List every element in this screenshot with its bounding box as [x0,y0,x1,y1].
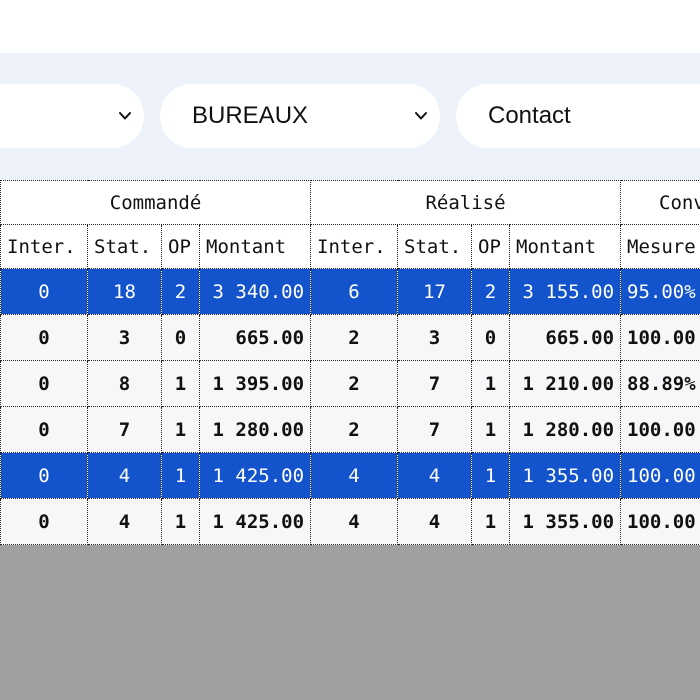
cell-real-op: 2 [471,268,511,315]
col-header-inter[interactable]: Inter. [310,224,399,269]
filter-bar: BUREAUX Contact [0,53,700,180]
cell-cmd-inter: 0 [0,406,88,453]
cell-real-stat: 4 [397,452,473,499]
cell-conv-mesure: 88.89% [620,360,700,407]
table-row[interactable]: 0411 425.00 4 4 1 1 355.00 100.00 [0,452,700,499]
chevron-down-icon [119,112,131,120]
cell-real-stat: 7 [397,406,473,453]
cell-real-op: 1 [471,452,511,499]
cell-conv-mesure: 100.00 [620,452,700,499]
col-header-montant[interactable]: Montant [509,224,622,269]
cell-real-montant: 1 355.00 [509,452,622,499]
cell-real-inter: 2 [310,360,399,407]
cell-real-montant: 1 355.00 [509,498,622,545]
col-header-op[interactable]: OP [161,224,200,269]
group-header-commande[interactable]: Commandé [0,180,312,225]
cell-real-inter: 2 [310,314,399,361]
cell-cmd-op: 1 [161,360,200,407]
stats-table-container: Commandé Réalisé Conv Inter. Stat. OP Mo… [0,180,700,545]
filter-select-contact[interactable]: Contact [456,84,700,148]
cell-cmd-op: 1 [161,406,200,453]
col-header-stat[interactable]: Stat. [87,224,162,269]
cell-cmd-montant: 1 280.00 [198,406,312,453]
cell-cmd-inter: 0 [0,452,88,499]
col-header-stat[interactable]: Stat. [397,224,473,269]
cell-real-inter: 2 [310,406,399,453]
cell-cmd-stat: 4 [87,452,162,499]
cell-real-montant: 665.00 [509,314,622,361]
group-header-realise[interactable]: Réalisé [310,180,622,225]
cell-conv-mesure: 100.00 [620,314,700,361]
table-row[interactable]: 0711 280.00 2 7 1 1 280.00 100.00 [0,406,700,453]
cell-cmd-op: 1 [161,452,200,499]
table-row[interactable]: 0 18 2 3 340.00 6 17 2 3 155.00 95.00% [0,268,700,315]
filter-select-1[interactable] [0,84,144,148]
table-body: 0 18 2 3 340.00 6 17 2 3 155.00 95.00% 0 3 0 665.00 2… [0,268,700,545]
table-row[interactable]: 0811 395.00 2 7 1 1 210.00 88.89% [0,360,700,407]
cell-conv-mesure: 100.00 [620,498,700,545]
cell-cmd-montant: 665.00 [198,314,312,361]
filter-select-contact-value: Contact [488,102,571,129]
cell-real-inter: 6 [310,268,399,315]
cell-cmd-inter: 0 [0,314,88,361]
cell-real-montant: 3 155.00 [509,268,622,315]
cell-cmd-stat: 7 [87,406,162,453]
col-header-mesure[interactable]: Mesure [620,224,700,269]
group-header-row: Commandé Réalisé Conv [0,180,700,225]
stats-table: Commandé Réalisé Conv Inter. Stat. OP Mo… [0,180,700,545]
cell-real-op: 1 [471,360,511,407]
cell-real-op: 1 [471,498,511,545]
cell-cmd-stat: 8 [87,360,162,407]
cell-cmd-op: 0 [161,314,200,361]
cell-real-stat: 3 [397,314,473,361]
chevron-down-icon [415,112,427,120]
empty-area [0,545,700,700]
col-header-op[interactable]: OP [471,224,511,269]
cell-real-montant: 1 280.00 [509,406,622,453]
cell-real-stat: 17 [397,268,473,315]
cell-cmd-stat: 18 [87,268,162,315]
cell-cmd-montant: 1 425.00 [198,498,312,545]
cell-cmd-montant: 3 340.00 [198,268,312,315]
cell-real-stat: 7 [397,360,473,407]
cell-real-op: 0 [471,314,511,361]
cell-real-stat: 4 [397,498,473,545]
cell-cmd-montant: 1 395.00 [198,360,312,407]
cell-cmd-stat: 4 [87,498,162,545]
cell-cmd-op: 2 [161,268,200,315]
cell-conv-mesure: 95.00% [620,268,700,315]
cell-cmd-stat: 3 [87,314,162,361]
column-header-row: Inter. Stat. OP Montant Inter. Stat. OP … [0,224,700,269]
cell-cmd-op: 1 [161,498,200,545]
table-row[interactable]: 0411 425.00 4 4 1 1 355.00 100.00 [0,498,700,545]
cell-cmd-montant: 1 425.00 [198,452,312,499]
cell-cmd-inter: 0 [0,498,88,545]
cell-cmd-inter: 0 [0,268,88,315]
cell-conv-mesure: 100.00 [620,406,700,453]
cell-real-inter: 4 [310,452,399,499]
filter-select-bureaux[interactable]: BUREAUX [160,84,440,148]
col-header-inter[interactable]: Inter. [0,224,88,269]
cell-real-inter: 4 [310,498,399,545]
group-header-conv[interactable]: Conv [620,180,700,225]
cell-real-montant: 1 210.00 [509,360,622,407]
table-row[interactable]: 0 3 0 665.00 2 3 0 665.00 100.00 [0,314,700,361]
cell-cmd-inter: 0 [0,360,88,407]
col-header-montant[interactable]: Montant [198,224,312,269]
filter-select-bureaux-value: BUREAUX [192,102,309,129]
top-spacer [0,0,700,53]
cell-real-op: 1 [471,406,511,453]
